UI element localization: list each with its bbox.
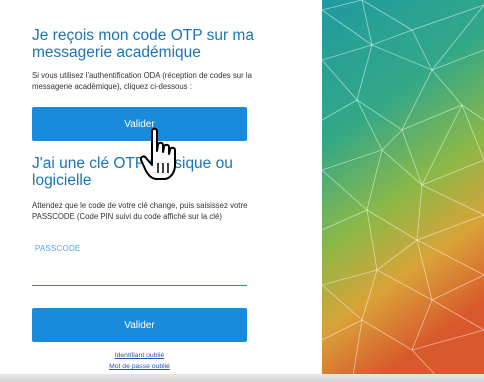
passcode-input[interactable] bbox=[32, 256, 247, 286]
otp-key-title: J'ai une clé OTP physique ou logicielle bbox=[32, 155, 233, 189]
window-bottom-edge bbox=[0, 374, 484, 382]
validate-passcode-button[interactable]: Valider bbox=[32, 308, 247, 342]
forgot-id-link[interactable]: Identifiant oublié bbox=[32, 352, 247, 359]
validate-otp-mail-button[interactable]: Valider bbox=[32, 107, 247, 141]
low-poly-pattern bbox=[322, 0, 484, 382]
login-panel: Je reçois mon code OTP sur ma messagerie… bbox=[0, 0, 290, 382]
otp-mail-title: Je reçois mon code OTP sur ma messagerie… bbox=[32, 27, 254, 61]
otp-key-description: Attendez que le code de votre clé change… bbox=[32, 201, 248, 221]
passcode-label: PASSCODE bbox=[35, 244, 81, 253]
panel-gutter bbox=[290, 0, 322, 382]
otp-mail-description: Si vous utilisez l'authentification ODA … bbox=[32, 71, 252, 91]
forgot-password-link[interactable]: Mot de passe oublié bbox=[32, 363, 247, 370]
background-artwork bbox=[322, 0, 484, 382]
